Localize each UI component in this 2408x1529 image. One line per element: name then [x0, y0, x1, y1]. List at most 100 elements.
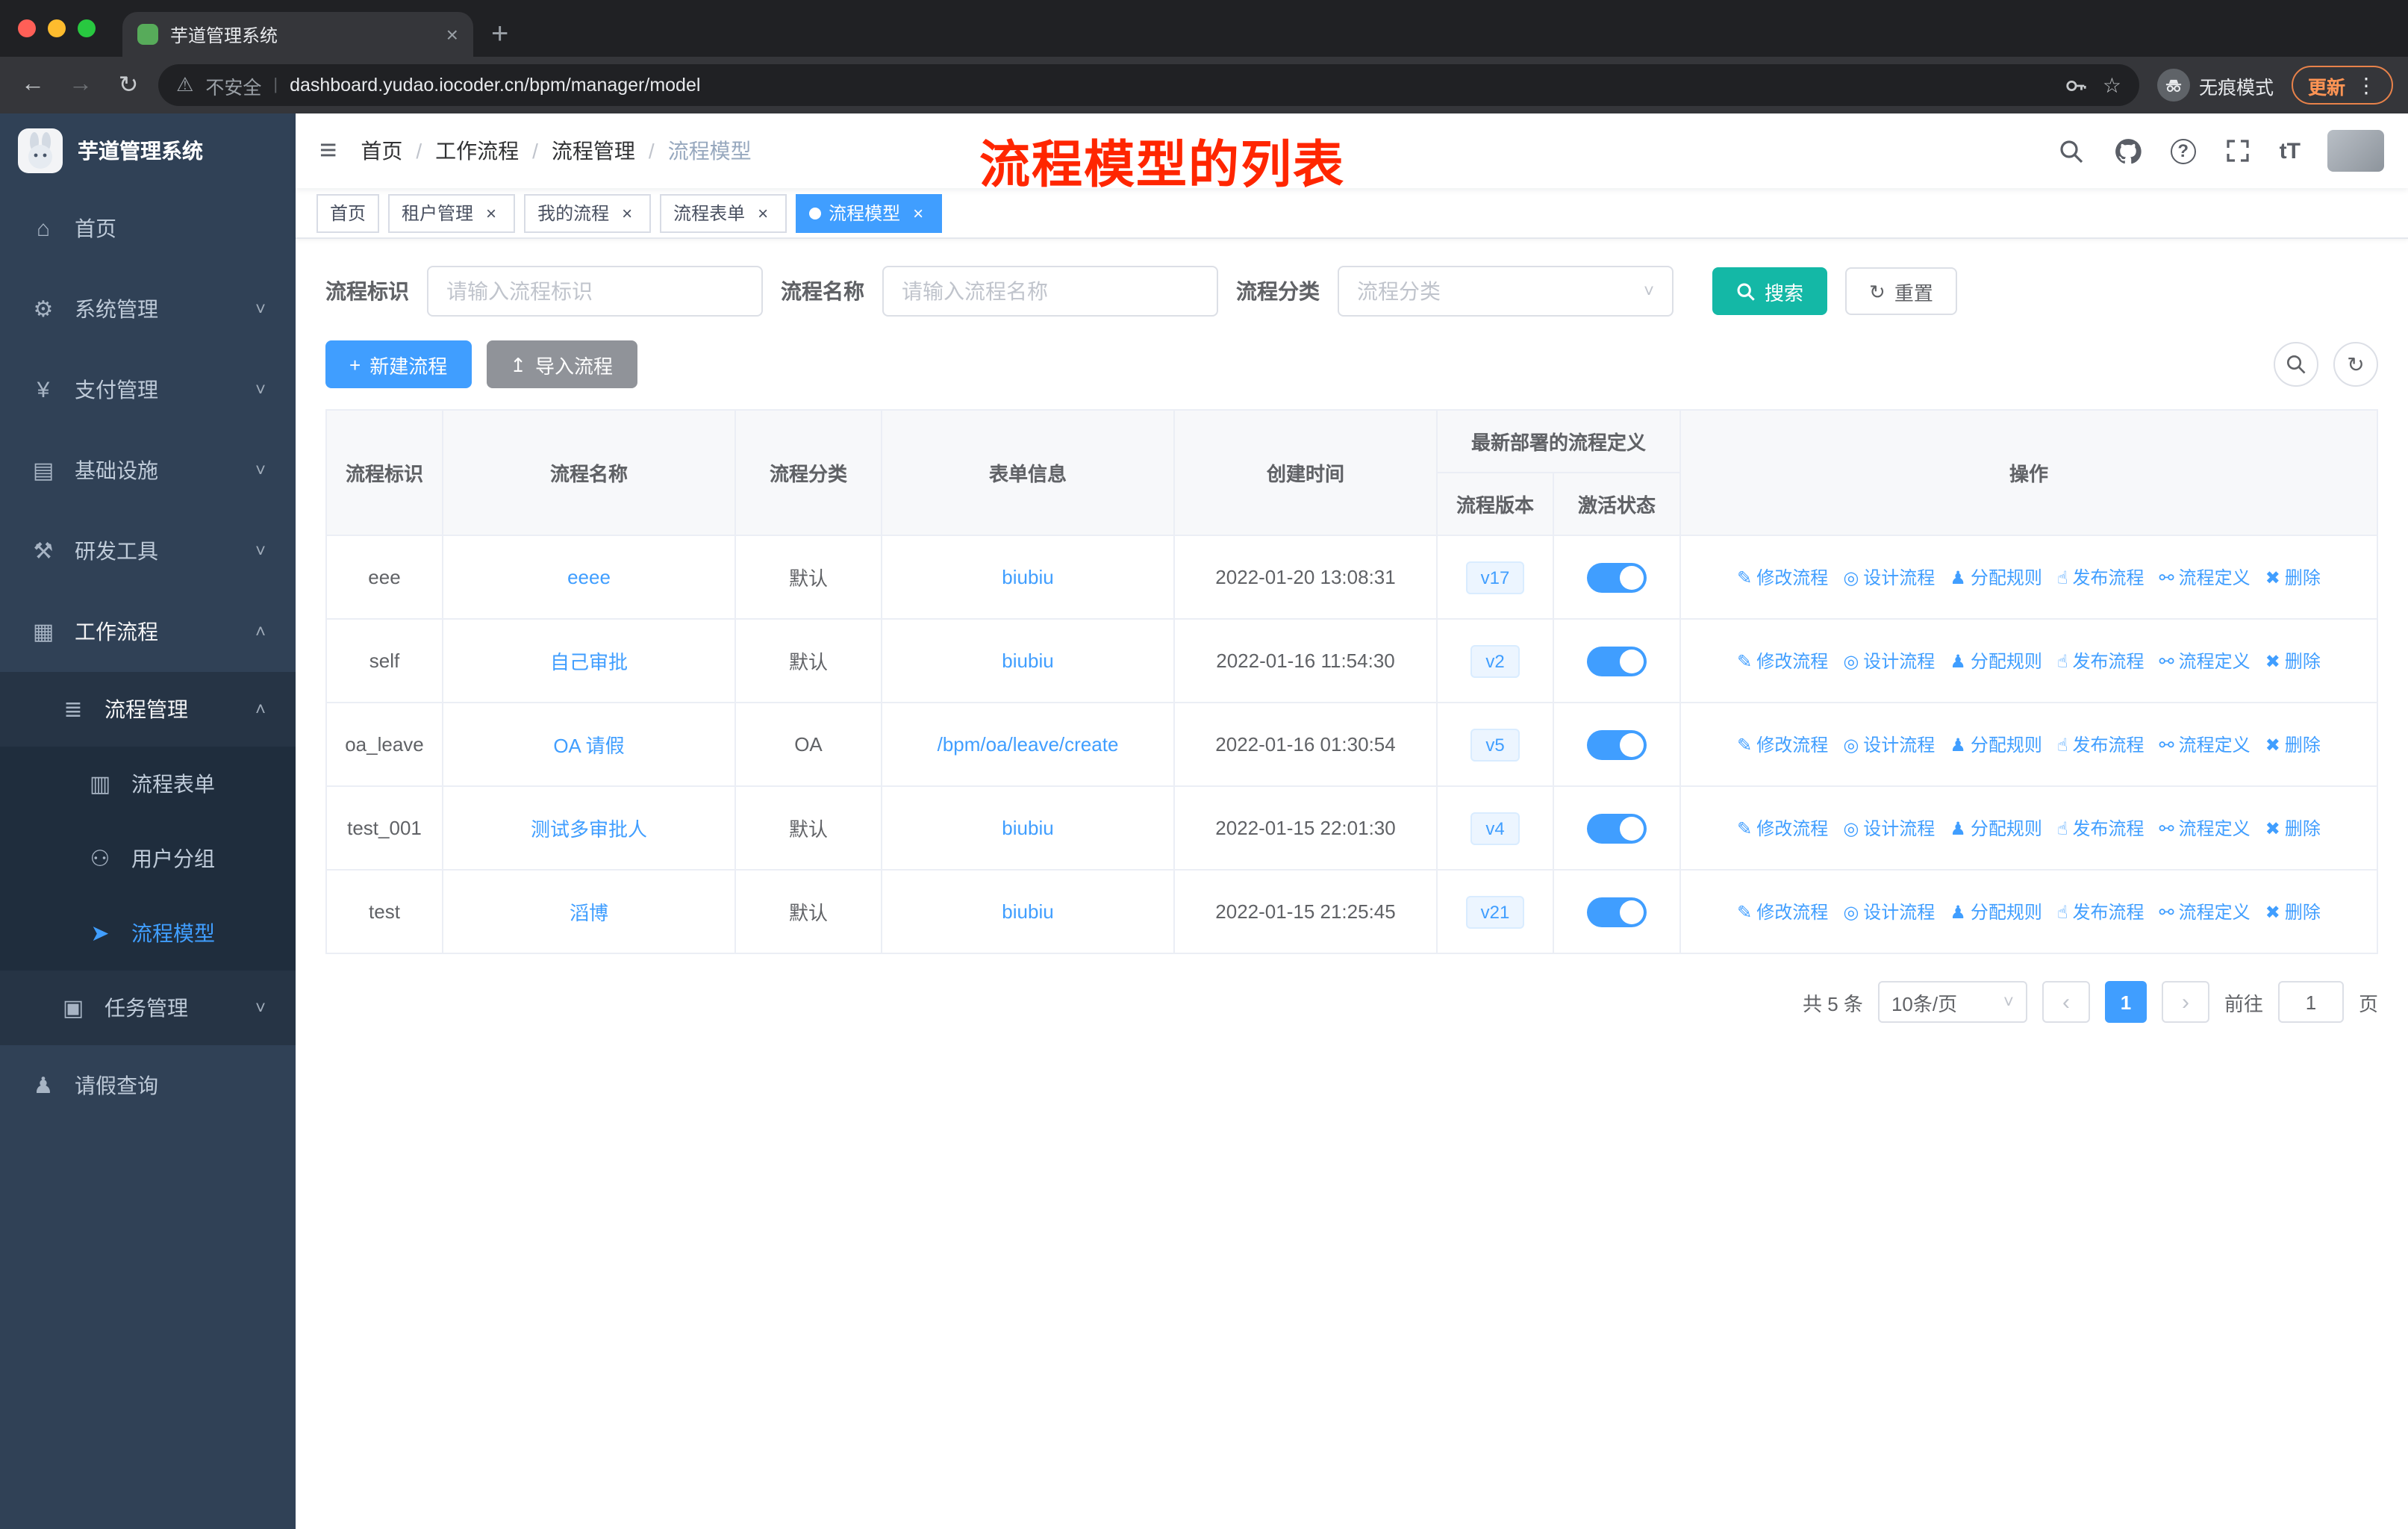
goto-page-input[interactable] [2277, 981, 2344, 1023]
edit-action-link[interactable]: ✎ 修改流程 [1737, 567, 1828, 588]
sidebar-item-dev-tools[interactable]: ⚒ 研发工具 ˅ [0, 511, 296, 591]
address-bar[interactable]: ⚠ 不安全 | dashboard.yudao.iocoder.cn/bpm/m… [158, 64, 2139, 106]
tab-close-icon[interactable]: × [446, 22, 458, 46]
breadcrumb-item[interactable]: 流程管理 [552, 136, 668, 166]
sidebar-item-process-model[interactable]: ➤ 流程模型 [0, 896, 296, 971]
window-close-button[interactable] [18, 19, 36, 37]
prev-page-button[interactable]: ‹ [2042, 981, 2090, 1023]
assign-rule-action-link[interactable]: ♟ 分配规则 [1950, 818, 2042, 839]
window-minimize-button[interactable] [48, 19, 66, 37]
process-name-link[interactable]: OA 请假 [553, 735, 624, 757]
menu-dots-icon[interactable]: ⋮ [2356, 72, 2377, 98]
active-toggle[interactable] [1587, 729, 1647, 759]
definition-action-link[interactable]: ⚯ 流程定义 [2159, 818, 2251, 839]
process-name-link[interactable]: 滔博 [570, 902, 608, 924]
form-info-link[interactable]: biubiu [1002, 900, 1053, 923]
process-name-link[interactable]: 测试多审批人 [531, 818, 647, 841]
design-action-link[interactable]: ◎ 设计流程 [1843, 651, 1935, 672]
sidebar-item-home[interactable]: ⌂ 首页 [0, 188, 296, 269]
delete-action-link[interactable]: ✖ 删除 [2265, 735, 2321, 756]
edit-action-link[interactable]: ✎ 修改流程 [1737, 902, 1828, 923]
window-zoom-button[interactable] [78, 19, 96, 37]
form-info-link[interactable]: /bpm/oa/leave/create [938, 733, 1119, 756]
process-category-select[interactable]: 流程分类 ˅ [1338, 266, 1674, 317]
new-tab-button[interactable]: + [491, 19, 508, 49]
edit-action-link[interactable]: ✎ 修改流程 [1737, 735, 1828, 756]
active-toggle[interactable] [1587, 562, 1647, 592]
edit-action-link[interactable]: ✎ 修改流程 [1737, 818, 1828, 839]
page-number-button[interactable]: 1 [2104, 981, 2147, 1023]
assign-rule-action-link[interactable]: ♟ 分配规则 [1950, 735, 2042, 756]
design-action-link[interactable]: ◎ 设计流程 [1843, 567, 1935, 588]
tag-tenant-management[interactable]: 租户管理 [388, 193, 516, 232]
key-icon[interactable] [2061, 70, 2091, 100]
help-icon[interactable]: ? [2170, 138, 2196, 164]
sidebar-item-system-management[interactable]: ⚙ 系统管理 ˅ [0, 269, 296, 349]
active-toggle[interactable] [1587, 813, 1647, 843]
active-toggle[interactable] [1587, 646, 1647, 676]
sidebar-item-infrastructure[interactable]: ▤ 基础设施 ˅ [0, 430, 296, 511]
delete-action-link[interactable]: ✖ 删除 [2265, 567, 2321, 588]
publish-action-link[interactable]: ☝ 发布流程 [2057, 902, 2145, 923]
close-icon[interactable] [481, 202, 502, 223]
definition-action-link[interactable]: ⚯ 流程定义 [2159, 651, 2251, 672]
publish-action-link[interactable]: ☝ 发布流程 [2057, 651, 2145, 672]
forward-icon[interactable]: → [63, 72, 99, 99]
tag-process-model[interactable]: 流程模型 [796, 193, 943, 232]
publish-action-link[interactable]: ☝ 发布流程 [2057, 818, 2145, 839]
sidebar-logo[interactable]: 芋道管理系统 [0, 113, 296, 188]
definition-action-link[interactable]: ⚯ 流程定义 [2159, 567, 2251, 588]
security-label[interactable]: 不安全 [205, 71, 261, 99]
delete-action-link[interactable]: ✖ 删除 [2265, 651, 2321, 672]
next-page-button[interactable]: › [2161, 981, 2209, 1023]
tag-my-process[interactable]: 我的流程 [524, 193, 652, 232]
process-name-input[interactable] [882, 266, 1218, 317]
process-id-input[interactable] [427, 266, 763, 317]
sidebar-item-task-management[interactable]: ▣ 任务管理 ˅ [0, 971, 296, 1045]
hamburger-icon[interactable]: ≡ [319, 136, 337, 166]
user-avatar[interactable] [2327, 130, 2384, 172]
assign-rule-action-link[interactable]: ♟ 分配规则 [1950, 567, 2042, 588]
tag-process-form[interactable]: 流程表单 [660, 193, 787, 232]
search-icon[interactable] [2057, 136, 2087, 166]
refresh-table-button[interactable]: ↻ [2333, 342, 2378, 387]
browser-tab[interactable]: 芋道管理系统 × [122, 12, 473, 57]
design-action-link[interactable]: ◎ 设计流程 [1843, 902, 1935, 923]
sidebar-item-payment-management[interactable]: ¥ 支付管理 ˅ [0, 349, 296, 430]
design-action-link[interactable]: ◎ 设计流程 [1843, 735, 1935, 756]
close-icon[interactable] [752, 202, 773, 223]
delete-action-link[interactable]: ✖ 删除 [2265, 818, 2321, 839]
bookmark-star-icon[interactable]: ☆ [2103, 72, 2121, 98]
sidebar-item-process-management[interactable]: ≣ 流程管理 ˄ [0, 672, 296, 747]
update-button[interactable]: 更新 ⋮ [2291, 66, 2393, 105]
delete-action-link[interactable]: ✖ 删除 [2265, 902, 2321, 923]
sidebar-item-user-group[interactable]: ⚇ 用户分组 [0, 821, 296, 896]
breadcrumb-item[interactable]: 工作流程 [435, 136, 552, 166]
github-icon[interactable] [2114, 136, 2144, 166]
close-icon[interactable] [908, 202, 929, 223]
form-info-link[interactable]: biubiu [1002, 566, 1053, 588]
assign-rule-action-link[interactable]: ♟ 分配规则 [1950, 651, 2042, 672]
edit-action-link[interactable]: ✎ 修改流程 [1737, 651, 1828, 672]
definition-action-link[interactable]: ⚯ 流程定义 [2159, 902, 2251, 923]
process-name-link[interactable]: eeee [567, 566, 611, 588]
toggle-search-button[interactable] [2274, 342, 2318, 387]
font-size-icon[interactable]: tT [2280, 138, 2301, 164]
publish-action-link[interactable]: ☝ 发布流程 [2057, 567, 2145, 588]
breadcrumb-item[interactable]: 首页 [361, 136, 435, 166]
import-process-button[interactable]: ↥ 导入流程 [486, 340, 637, 388]
close-icon[interactable] [617, 202, 637, 223]
url-text[interactable]: dashboard.yudao.iocoder.cn/bpm/manager/m… [290, 75, 2049, 96]
reload-icon[interactable]: ↻ [110, 70, 146, 100]
form-info-link[interactable]: biubiu [1002, 650, 1053, 672]
form-info-link[interactable]: biubiu [1002, 817, 1053, 839]
sidebar-item-workflow[interactable]: ▦ 工作流程 ˄ [0, 591, 296, 672]
sidebar-item-process-form[interactable]: ▥ 流程表单 [0, 747, 296, 821]
back-icon[interactable]: ← [15, 72, 51, 99]
reset-button[interactable]: ↻ 重置 [1845, 267, 1957, 315]
fullscreen-icon[interactable] [2223, 136, 2253, 166]
create-process-button[interactable]: + 新建流程 [325, 340, 472, 388]
assign-rule-action-link[interactable]: ♟ 分配规则 [1950, 902, 2042, 923]
tag-home[interactable]: 首页 [316, 193, 380, 232]
process-name-link[interactable]: 自己审批 [550, 651, 628, 673]
